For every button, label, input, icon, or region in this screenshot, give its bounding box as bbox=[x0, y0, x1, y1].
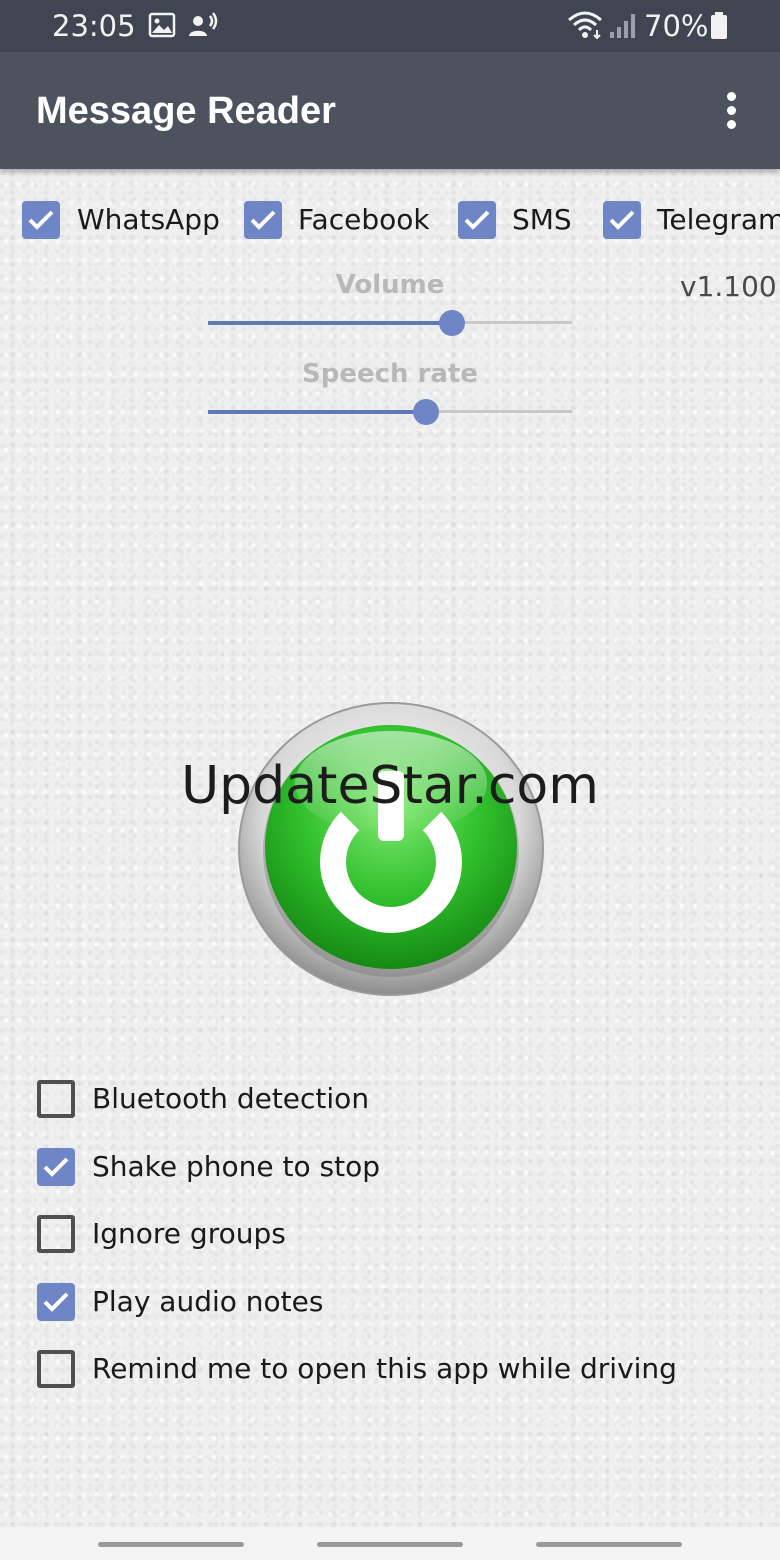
nav-home-button[interactable] bbox=[317, 1542, 463, 1547]
battery-level: 70% bbox=[644, 9, 709, 43]
power-button[interactable] bbox=[238, 701, 544, 997]
play-audio-notes-label: Play audio notes bbox=[92, 1285, 324, 1318]
speech-rate-label: Speech rate bbox=[301, 359, 478, 389]
status-bar: 23:05 70% bbox=[0, 0, 780, 52]
volume-track-fill bbox=[208, 321, 452, 325]
telegram-label: Telegram bbox=[657, 203, 780, 236]
nav-recents-button[interactable] bbox=[98, 1542, 244, 1547]
whatsapp-label: WhatsApp bbox=[77, 203, 220, 236]
remind-driving-label: Remind me to open this app while driving bbox=[92, 1352, 677, 1385]
facebook-checkbox[interactable] bbox=[244, 201, 282, 239]
battery-icon bbox=[710, 12, 728, 44]
volume-slider-thumb[interactable] bbox=[438, 310, 465, 336]
power-icon bbox=[238, 702, 544, 996]
ignore-groups-checkbox[interactable] bbox=[37, 1215, 75, 1253]
play-audio-notes-checkbox[interactable] bbox=[37, 1283, 75, 1321]
whatsapp-checkbox[interactable] bbox=[22, 201, 60, 239]
speech-rate-track-fill bbox=[208, 410, 427, 414]
shake-phone-label: Shake phone to stop bbox=[92, 1150, 381, 1183]
shake-phone-checkbox[interactable] bbox=[37, 1148, 75, 1186]
sms-label: SMS bbox=[512, 203, 572, 236]
ignore-groups-label: Ignore groups bbox=[92, 1217, 286, 1250]
voice-icon bbox=[188, 12, 218, 42]
watermark-text: UpdateStar.com bbox=[181, 756, 599, 816]
more-vert-icon[interactable] bbox=[716, 88, 748, 132]
app-title: Message Reader bbox=[36, 90, 336, 132]
nav-back-button[interactable] bbox=[536, 1542, 682, 1547]
signal-icon bbox=[608, 12, 636, 44]
app-bar: Message Reader bbox=[0, 52, 780, 169]
bluetooth-detection-checkbox[interactable] bbox=[37, 1080, 75, 1118]
sms-checkbox[interactable] bbox=[458, 201, 496, 239]
bluetooth-detection-label: Bluetooth detection bbox=[92, 1082, 370, 1115]
nav-bar bbox=[0, 1527, 780, 1560]
main-content: WhatsApp Facebook SMS Telegram Volume v1… bbox=[0, 169, 780, 1527]
status-time: 23:05 bbox=[52, 9, 136, 43]
telegram-checkbox[interactable] bbox=[603, 201, 641, 239]
speech-rate-slider-thumb[interactable] bbox=[413, 399, 440, 425]
version-label: v1.100 bbox=[680, 270, 777, 303]
image-icon bbox=[148, 12, 176, 42]
facebook-label: Facebook bbox=[298, 203, 430, 236]
wifi-icon bbox=[567, 10, 605, 44]
remind-driving-checkbox[interactable] bbox=[37, 1350, 75, 1388]
volume-label: Volume bbox=[335, 270, 445, 300]
